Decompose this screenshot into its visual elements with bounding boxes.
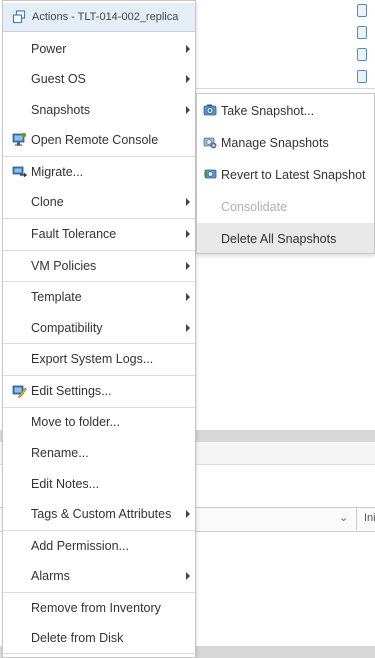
menu-separator — [3, 375, 195, 376]
menu-item-remove-from-inventory[interactable]: Remove from Inventory — [3, 595, 195, 621]
vm-icon — [357, 26, 367, 39]
chevron-down-icon[interactable]: ⌄ — [339, 511, 348, 524]
menu-separator — [3, 407, 195, 408]
menu-item-edit-settings[interactable]: Edit Settings... — [3, 378, 195, 404]
vm-icon — [357, 4, 367, 17]
manage-snapshots-icon — [203, 137, 217, 149]
menu-item-compatibility[interactable]: Compatibility — [3, 315, 195, 341]
menu-item-export-system-logs[interactable]: Export System Logs... — [3, 346, 195, 372]
menu-item-open-remote-console[interactable]: Open Remote Console — [3, 127, 195, 153]
chevron-right-icon — [186, 106, 190, 114]
chevron-right-icon — [186, 75, 190, 83]
menu-separator — [3, 250, 195, 251]
menu-separator — [3, 281, 195, 282]
vm-list-row[interactable] — [195, 22, 375, 45]
vm-list-row[interactable] — [195, 66, 375, 89]
menu-item-guest-os[interactable]: Guest OS — [3, 66, 195, 92]
chevron-right-icon — [186, 572, 190, 580]
menu-item-alarms[interactable]: Alarms — [3, 563, 195, 589]
menu-item-power[interactable]: Power — [3, 36, 195, 62]
revert-snapshot-icon — [203, 169, 217, 179]
menu-item-rename[interactable]: Rename... — [3, 440, 195, 466]
vm-icon — [357, 70, 367, 83]
menu-item-clone[interactable]: Clone — [3, 189, 195, 215]
menu-item-edit-notes[interactable]: Edit Notes... — [3, 471, 195, 497]
menu-header: Actions - TLT-014-002_replica — [3, 3, 195, 32]
menu-separator — [3, 653, 195, 654]
menu-separator — [3, 156, 195, 157]
snapshots-submenu: Take Snapshot... Manage Snapshots Revert… — [196, 93, 375, 254]
submenu-item-delete-all-snapshots[interactable]: Delete All Snapshots — [197, 223, 374, 253]
menu-item-snapshots[interactable]: Snapshots — [3, 97, 195, 123]
menu-item-tags-custom-attributes[interactable]: Tags & Custom Attributes — [3, 501, 195, 527]
menu-item-template[interactable]: Template — [3, 284, 195, 310]
vm-list-row[interactable] — [195, 44, 375, 67]
submenu-item-revert-to-latest-snapshot[interactable]: Revert to Latest Snapshot — [197, 159, 374, 189]
menu-item-fault-tolerance[interactable]: Fault Tolerance — [3, 221, 195, 247]
submenu-item-take-snapshot[interactable]: Take Snapshot... — [197, 95, 374, 125]
edit-settings-icon — [12, 385, 27, 398]
menu-item-delete-from-disk[interactable]: Delete from Disk — [3, 625, 195, 651]
menu-item-vm-policies[interactable]: VM Policies — [3, 253, 195, 279]
menu-separator — [3, 592, 195, 593]
chevron-right-icon — [186, 510, 190, 518]
chevron-right-icon — [186, 230, 190, 238]
chevron-right-icon — [186, 45, 190, 53]
submenu-item-consolidate[interactable]: Consolidate — [197, 191, 374, 221]
vm-icon — [357, 48, 367, 61]
vm-actions-icon — [12, 10, 26, 24]
actions-context-menu: Actions - TLT-014-002_replica Power Gues… — [2, 0, 196, 658]
menu-separator — [3, 530, 195, 531]
menu-separator — [3, 218, 195, 219]
chevron-right-icon — [186, 293, 190, 301]
menu-item-move-to-folder[interactable]: Move to folder... — [3, 409, 195, 435]
menu-separator — [3, 343, 195, 344]
migrate-icon — [12, 166, 27, 178]
column-separator — [356, 507, 357, 530]
chevron-right-icon — [186, 324, 190, 332]
submenu-item-manage-snapshots[interactable]: Manage Snapshots — [197, 127, 374, 157]
vm-list-row[interactable] — [195, 0, 375, 23]
column-header-label[interactable]: Ini — [364, 512, 375, 524]
remote-console-icon — [12, 132, 27, 146]
menu-item-migrate[interactable]: Migrate... — [3, 159, 195, 185]
menu-item-add-permission[interactable]: Add Permission... — [3, 533, 195, 559]
chevron-right-icon — [186, 198, 190, 206]
take-snapshot-icon — [203, 104, 217, 116]
menu-title: Actions - TLT-014-002_replica — [32, 11, 179, 23]
chevron-right-icon — [186, 262, 190, 270]
